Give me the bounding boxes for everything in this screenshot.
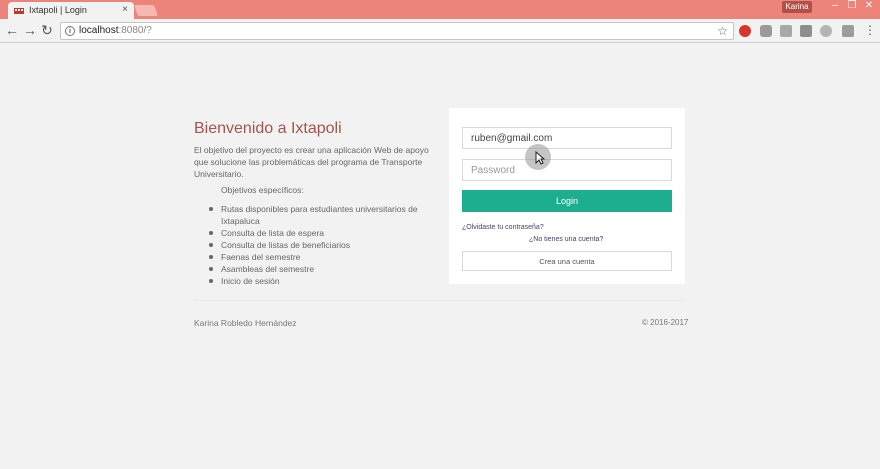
- m-extension-icon[interactable]: [842, 25, 854, 37]
- create-account-button[interactable]: Crea una cuenta: [462, 251, 672, 271]
- save-extension-icon[interactable]: [800, 25, 812, 37]
- profile-button[interactable]: Karina: [782, 1, 812, 13]
- minimize-icon[interactable]: –: [826, 0, 844, 13]
- new-tab-button[interactable]: [133, 5, 159, 16]
- bookmark-star-icon[interactable]: ☆: [717, 24, 728, 38]
- list-item: Faenas del semestre: [208, 251, 436, 263]
- footer-copyright: © 2016-2017: [642, 318, 689, 327]
- mouse-pointer-icon: [535, 151, 545, 165]
- tab-title: Ixtapoli | Login: [29, 5, 87, 15]
- intro-text: El objetivo del proyecto es crear una ap…: [194, 145, 429, 179]
- browser-menu-icon[interactable]: ⋮: [864, 23, 876, 37]
- ixtapoli-favicon-icon: [14, 8, 24, 14]
- list-item: Consulta de listas de beneficiarios: [208, 239, 436, 251]
- objectives-title: Objetivos específicos:: [221, 185, 304, 195]
- list-item: Consulta de lista de espera: [208, 227, 436, 239]
- back-arrow-icon[interactable]: ←: [4, 22, 20, 38]
- footer-author: Karina Robledo Hernández: [194, 318, 297, 328]
- tab-close-icon[interactable]: ×: [122, 4, 128, 15]
- url-port-path: :8080/?: [118, 25, 152, 36]
- email-field[interactable]: [462, 127, 672, 149]
- page-title: Bienvenido a Ixtapoli: [194, 120, 342, 137]
- forgot-password-link[interactable]: ¿Olvidaste tu contraseña?: [462, 224, 544, 231]
- browser-tab[interactable]: Ixtapoli | Login ×: [8, 2, 134, 19]
- adblock-extension-icon[interactable]: [739, 25, 751, 37]
- browser-titlebar: Ixtapoli | Login × Karina – ❐ ✕: [0, 0, 880, 19]
- objectives-list: Rutas disponibles para estudiantes unive…: [208, 203, 436, 287]
- cloud-extension-icon[interactable]: [820, 25, 832, 37]
- reload-icon[interactable]: ↻: [39, 22, 55, 38]
- list-item: Inicio de sesión: [208, 275, 436, 287]
- address-bar[interactable]: i localhost:8080/? ☆: [60, 22, 734, 40]
- list-item: Rutas disponibles para estudiantes unive…: [208, 203, 436, 227]
- no-account-link[interactable]: ¿No tienes una cuenta?: [529, 236, 603, 243]
- window-close-icon[interactable]: ✕: [860, 0, 878, 13]
- forward-arrow-icon[interactable]: →: [22, 22, 38, 38]
- info-icon[interactable]: i: [65, 26, 75, 36]
- login-button[interactable]: Login: [462, 190, 672, 212]
- url-text: localhost:8080/?: [79, 25, 152, 36]
- url-host: localhost: [79, 25, 119, 36]
- password-field[interactable]: [462, 159, 672, 181]
- browser-toolbar: ← → ↻ i localhost:8080/? ☆ ⋮: [0, 19, 880, 43]
- shield-extension-icon[interactable]: [760, 25, 772, 37]
- restore-icon[interactable]: ❐: [843, 0, 861, 13]
- extension-icon[interactable]: [780, 25, 792, 37]
- footer-divider: [194, 300, 684, 301]
- list-item: Asambleas del semestre: [208, 263, 436, 275]
